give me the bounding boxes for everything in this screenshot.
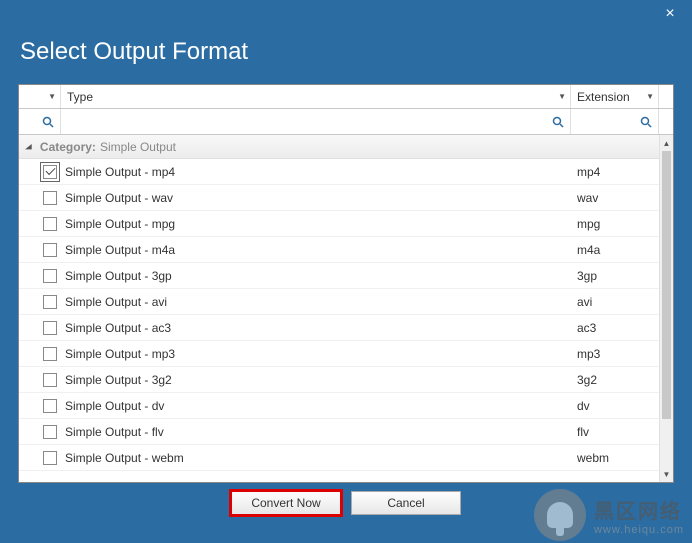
extension-cell: 3gp	[571, 269, 659, 283]
type-cell: Simple Output - wav	[61, 191, 571, 205]
extension-cell: 3g2	[571, 373, 659, 387]
row-checkbox[interactable]	[43, 399, 57, 413]
column-header-type[interactable]: Type ▼	[61, 85, 571, 108]
type-cell: Simple Output - avi	[61, 295, 571, 309]
watermark-text-en: www.heiqu.com	[594, 524, 684, 536]
type-cell: Simple Output - m4a	[61, 243, 571, 257]
checkbox-cell	[19, 191, 61, 205]
content-panel: ▼ Type ▼ Extension ▼ ◢ Category: Simple	[18, 84, 674, 483]
filter-scroll-cell	[659, 109, 673, 134]
column-header-checkbox[interactable]: ▼	[19, 85, 61, 108]
column-header-type-label: Type	[67, 90, 93, 104]
column-header-scroll	[659, 85, 673, 108]
row-checkbox[interactable]	[43, 217, 57, 231]
button-bar: Convert Now Cancel	[0, 483, 692, 523]
title-bar: ×	[0, 0, 692, 28]
type-cell: Simple Output - mp4	[61, 165, 571, 179]
convert-now-button[interactable]: Convert Now	[231, 491, 341, 515]
table-row[interactable]: Simple Output - aviavi	[19, 289, 659, 315]
type-cell: Simple Output - mpg	[61, 217, 571, 231]
table-row[interactable]: Simple Output - flvflv	[19, 419, 659, 445]
checkbox-cell	[19, 269, 61, 283]
filter-type-input[interactable]	[61, 109, 571, 134]
filter-checkbox-cell[interactable]	[19, 109, 61, 134]
column-headers: ▼ Type ▼ Extension ▼	[19, 85, 673, 109]
row-checkbox[interactable]	[43, 191, 57, 205]
category-name: Simple Output	[100, 140, 176, 154]
checkbox-cell	[19, 399, 61, 413]
close-icon[interactable]: ×	[660, 5, 680, 23]
chevron-down-icon: ▼	[48, 92, 56, 101]
scroll-up-icon[interactable]: ▲	[660, 135, 673, 151]
search-icon	[42, 116, 54, 128]
row-checkbox[interactable]	[43, 451, 57, 465]
category-prefix: Category:	[40, 140, 96, 154]
row-checkbox[interactable]	[43, 295, 57, 309]
extension-cell: m4a	[571, 243, 659, 257]
checkbox-cell	[19, 321, 61, 335]
column-header-extension-label: Extension	[577, 90, 630, 104]
expand-collapse-icon[interactable]: ◢	[25, 142, 32, 151]
type-cell: Simple Output - webm	[61, 451, 571, 465]
type-cell: Simple Output - 3gp	[61, 269, 571, 283]
filter-extension-input[interactable]	[571, 109, 659, 134]
scrollbar-thumb[interactable]	[662, 151, 671, 419]
column-header-extension[interactable]: Extension ▼	[571, 85, 659, 108]
type-cell: Simple Output - dv	[61, 399, 571, 413]
filter-row	[19, 109, 673, 135]
type-cell: Simple Output - mp3	[61, 347, 571, 361]
type-cell: Simple Output - ac3	[61, 321, 571, 335]
table-row[interactable]: Simple Output - mpgmpg	[19, 211, 659, 237]
table-row[interactable]: Simple Output - m4am4a	[19, 237, 659, 263]
row-checkbox[interactable]	[43, 165, 57, 179]
scroll-down-icon[interactable]: ▼	[660, 466, 673, 482]
row-checkbox[interactable]	[43, 269, 57, 283]
checkbox-cell	[19, 451, 61, 465]
row-checkbox[interactable]	[43, 243, 57, 257]
extension-cell: mpg	[571, 217, 659, 231]
row-checkbox[interactable]	[43, 347, 57, 361]
extension-cell: avi	[571, 295, 659, 309]
extension-cell: dv	[571, 399, 659, 413]
checkbox-cell	[19, 165, 61, 179]
checkbox-cell	[19, 217, 61, 231]
dialog-title: Select Output Format	[0, 28, 692, 84]
cancel-button[interactable]: Cancel	[351, 491, 461, 515]
chevron-down-icon: ▼	[558, 92, 566, 101]
checkbox-cell	[19, 373, 61, 387]
checkbox-cell	[19, 295, 61, 309]
vertical-scrollbar[interactable]: ▲ ▼	[659, 135, 673, 482]
table-row[interactable]: Simple Output - 3g23g2	[19, 367, 659, 393]
table-row[interactable]: Simple Output - ac3ac3	[19, 315, 659, 341]
extension-cell: webm	[571, 451, 659, 465]
table-row[interactable]: Simple Output - dvdv	[19, 393, 659, 419]
chevron-down-icon: ▼	[646, 92, 654, 101]
table-row[interactable]: Simple Output - mp3mp3	[19, 341, 659, 367]
rows-container: ◢ Category: Simple Output Simple Output …	[19, 135, 659, 482]
type-cell: Simple Output - flv	[61, 425, 571, 439]
table-row[interactable]: Simple Output - webmwebm	[19, 445, 659, 471]
table-row[interactable]: Simple Output - wavwav	[19, 185, 659, 211]
extension-cell: flv	[571, 425, 659, 439]
checkbox-cell	[19, 243, 61, 257]
table-row[interactable]: Simple Output - 3gp3gp	[19, 263, 659, 289]
category-row[interactable]: ◢ Category: Simple Output	[19, 135, 659, 159]
checkbox-cell	[19, 425, 61, 439]
checkbox-cell	[19, 347, 61, 361]
extension-cell: ac3	[571, 321, 659, 335]
list-area: ◢ Category: Simple Output Simple Output …	[19, 135, 673, 482]
row-checkbox[interactable]	[43, 425, 57, 439]
extension-cell: mp4	[571, 165, 659, 179]
scrollbar-track[interactable]	[660, 151, 673, 466]
type-cell: Simple Output - 3g2	[61, 373, 571, 387]
search-icon	[640, 116, 652, 128]
search-icon	[552, 116, 564, 128]
row-checkbox[interactable]	[43, 373, 57, 387]
row-checkbox[interactable]	[43, 321, 57, 335]
extension-cell: wav	[571, 191, 659, 205]
extension-cell: mp3	[571, 347, 659, 361]
table-row[interactable]: Simple Output - mp4mp4	[19, 159, 659, 185]
